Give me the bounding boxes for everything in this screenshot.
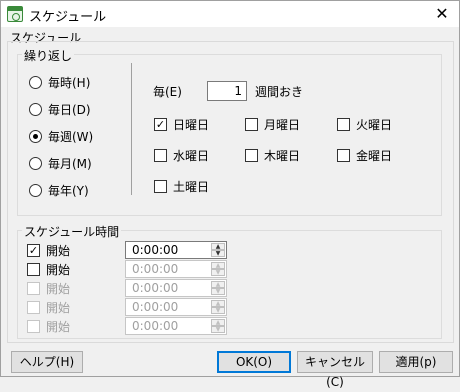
repeat-divider	[131, 63, 132, 195]
radio-daily-label: 毎日(D)	[48, 102, 91, 117]
start-4-checkbox	[27, 300, 40, 314]
day-friday-checkbox[interactable]	[337, 148, 350, 162]
radio-yearly-indicator[interactable]	[29, 183, 42, 197]
title-bar: スケジュール ✕	[1, 1, 459, 27]
radio-monthly-label: 毎月(M)	[48, 156, 92, 171]
start-row-4: 開始	[27, 299, 70, 315]
start-5-spinner: ▲ ▼	[211, 319, 225, 333]
day-tuesday-label: 火曜日	[356, 117, 393, 132]
spin-down-icon[interactable]: ▼	[211, 250, 225, 257]
radio-hourly-label: 毎時(H)	[48, 75, 91, 90]
day-thursday-checkbox[interactable]	[245, 148, 258, 162]
start-4-spinner: ▲ ▼	[211, 300, 225, 314]
start-5-time-value: 0:00:00	[132, 319, 179, 333]
start-3-spinner: ▲ ▼	[211, 281, 225, 295]
spin-up-icon: ▲	[211, 319, 225, 326]
radio-monthly[interactable]: 毎月(M)	[29, 155, 92, 171]
start-2-spinner: ▲ ▼	[211, 262, 225, 276]
ok-button[interactable]: OK(O)	[217, 351, 291, 373]
spin-up-icon: ▲	[211, 300, 225, 307]
radio-weekly-indicator[interactable]	[29, 129, 42, 143]
day-thursday[interactable]: 木曜日	[245, 147, 300, 163]
start-5-label: 開始	[46, 319, 71, 334]
start-2-checkbox[interactable]	[27, 262, 40, 276]
start-4-time-value: 0:00:00	[132, 300, 179, 314]
interval-input[interactable]: 1	[207, 81, 247, 101]
day-saturday-checkbox[interactable]	[154, 179, 167, 193]
radio-yearly[interactable]: 毎年(Y)	[29, 182, 89, 198]
start-2-label: 開始	[46, 262, 71, 277]
start-3-label: 開始	[46, 281, 71, 296]
day-sunday-label: 日曜日	[173, 117, 210, 132]
start-1-time[interactable]: 0:00:00 ▲ ▼	[125, 241, 227, 259]
every-label: 毎(E)	[153, 85, 182, 99]
day-monday-label: 月曜日	[264, 117, 301, 132]
spin-down-icon: ▼	[211, 326, 225, 333]
day-friday-label: 金曜日	[356, 148, 393, 163]
start-1-label: 開始	[46, 243, 71, 258]
day-sunday-checkbox[interactable]: ✓	[154, 117, 167, 131]
weekly-suffix: 週間おき	[255, 85, 304, 99]
start-2-time-value: 0:00:00	[132, 262, 179, 276]
spin-down-icon: ▼	[211, 288, 225, 295]
start-row-2[interactable]: 開始	[27, 261, 70, 277]
start-4-label: 開始	[46, 300, 71, 315]
schedule-dialog: スケジュール ✕ スケジュール 繰り返し 毎時(H) 毎日(D) 毎週(W) 毎…	[0, 0, 460, 389]
schedule-time-group: スケジュール時間	[17, 223, 442, 339]
radio-hourly[interactable]: 毎時(H)	[29, 74, 90, 90]
day-tuesday[interactable]: 火曜日	[337, 116, 392, 132]
apply-button[interactable]: 適用(p)	[379, 351, 453, 373]
spin-down-icon: ▼	[211, 307, 225, 314]
day-wednesday[interactable]: 水曜日	[154, 147, 209, 163]
start-row-5: 開始	[27, 318, 70, 334]
day-wednesday-checkbox[interactable]	[154, 148, 167, 162]
day-friday[interactable]: 金曜日	[337, 147, 392, 163]
start-3-checkbox	[27, 281, 40, 295]
spin-up-icon: ▲	[211, 281, 225, 288]
cancel-button[interactable]: キャンセル(C)	[297, 351, 373, 389]
spin-down-icon: ▼	[211, 269, 225, 276]
radio-daily[interactable]: 毎日(D)	[29, 101, 91, 117]
start-1-checkbox[interactable]: ✓	[27, 243, 40, 257]
radio-weekly[interactable]: 毎週(W)	[29, 128, 93, 144]
start-5-time: 0:00:00 ▲ ▼	[125, 317, 227, 335]
start-1-spinner[interactable]: ▲ ▼	[211, 243, 225, 257]
day-sunday[interactable]: ✓ 日曜日	[154, 116, 209, 132]
radio-yearly-label: 毎年(Y)	[48, 183, 89, 198]
spin-up-icon: ▲	[211, 262, 225, 269]
radio-hourly-indicator[interactable]	[29, 75, 42, 89]
start-1-time-value: 0:00:00	[132, 243, 179, 257]
day-monday-checkbox[interactable]	[245, 117, 258, 131]
start-3-time: 0:00:00 ▲ ▼	[125, 279, 227, 297]
start-5-checkbox	[27, 319, 40, 333]
spin-up-icon[interactable]: ▲	[211, 243, 225, 250]
repeat-legend: 繰り返し	[22, 47, 75, 64]
day-saturday[interactable]: 土曜日	[154, 178, 209, 194]
radio-monthly-indicator[interactable]	[29, 156, 42, 170]
window-title: スケジュール	[29, 10, 107, 25]
day-saturday-label: 土曜日	[173, 179, 210, 194]
close-button[interactable]: ✕	[425, 1, 459, 27]
radio-daily-indicator[interactable]	[29, 102, 42, 116]
start-row-1[interactable]: ✓ 開始	[27, 242, 70, 258]
day-monday[interactable]: 月曜日	[245, 116, 300, 132]
day-wednesday-label: 水曜日	[173, 148, 210, 163]
start-4-time: 0:00:00 ▲ ▼	[125, 298, 227, 316]
radio-weekly-label: 毎週(W)	[48, 129, 94, 144]
start-row-3: 開始	[27, 280, 70, 296]
start-2-time[interactable]: 0:00:00 ▲ ▼	[125, 260, 227, 278]
schedule-time-legend: スケジュール時間	[22, 223, 122, 240]
start-3-time-value: 0:00:00	[132, 281, 179, 295]
day-tuesday-checkbox[interactable]	[337, 117, 350, 131]
calendar-icon	[7, 6, 23, 22]
help-button[interactable]: ヘルプ(H)	[11, 351, 83, 373]
day-thursday-label: 木曜日	[264, 148, 301, 163]
